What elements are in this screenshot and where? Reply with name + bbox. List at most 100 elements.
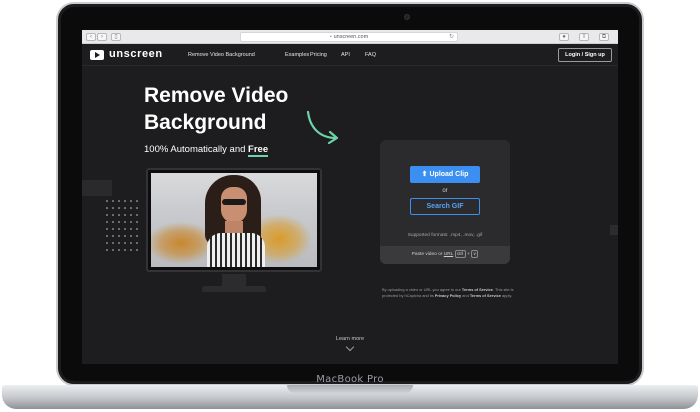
screen: ‹ › ▯ ▪ unscreen.com ↻ ● ⇧ ⧉ unscreen Rem… <box>82 30 618 364</box>
upload-clip-label: Upload Clip <box>429 171 469 178</box>
person-face <box>221 187 247 223</box>
sunglasses-icon <box>222 199 246 205</box>
pattern-dot <box>124 207 126 209</box>
kbd-plus: + <box>466 252 470 257</box>
pattern-dot <box>130 228 132 230</box>
pattern-dot <box>124 235 126 237</box>
pattern-dot <box>118 235 120 237</box>
pattern-dot <box>130 207 132 209</box>
pattern-dot <box>112 207 114 209</box>
pattern-dot <box>106 249 108 251</box>
curved-arrow-icon <box>306 110 339 145</box>
upload-icon: ⬆ <box>421 171 428 178</box>
monitor-foot <box>202 286 266 292</box>
pattern-dot <box>118 242 120 244</box>
pattern-dot <box>130 242 132 244</box>
pattern-dot <box>124 221 126 223</box>
laptop-notch <box>287 385 413 393</box>
supported-formats: Supported formats: .mp4, .mov, .gif <box>407 233 483 238</box>
pattern-dot <box>124 242 126 244</box>
kbd-ctrl: ctrl <box>454 250 466 258</box>
pattern-dot <box>124 214 126 216</box>
lock-icon: ▪ <box>329 34 332 40</box>
laptop-label: MacBook Pro <box>316 374 384 385</box>
pattern-dot <box>136 242 138 244</box>
pattern-dot <box>136 207 138 209</box>
pattern-dot <box>106 214 108 216</box>
decorative-shape <box>82 180 112 196</box>
pattern-dot <box>112 214 114 216</box>
pattern-dot <box>118 200 120 202</box>
hero-title-line1: Remove Video <box>144 84 289 107</box>
pattern-dot <box>112 200 114 202</box>
pattern-dot <box>106 228 108 230</box>
terms-text-1: By uploading a video or URL you agree to… <box>382 287 462 292</box>
pattern-dot <box>118 249 120 251</box>
hero-subtitle-text: 100% Automatically and <box>144 144 249 155</box>
pattern-dot <box>130 214 132 216</box>
pattern-dot <box>112 228 114 230</box>
terms-text-3: protected by hCaptcha and its <box>382 293 435 298</box>
pattern-dot <box>136 200 138 202</box>
terms-of-service-link[interactable]: Terms of Service <box>462 287 493 292</box>
pattern-dot <box>106 221 108 223</box>
privacy-policy-link[interactable]: Privacy Policy <box>435 293 461 298</box>
nav-faq[interactable]: FAQ <box>365 52 376 58</box>
kbd-v: v <box>471 250 479 258</box>
pattern-dot <box>136 235 138 237</box>
pattern-dot <box>124 200 126 202</box>
pattern-dot <box>136 221 138 223</box>
demo-monitor <box>146 168 322 272</box>
paste-hint-text: Paste video or <box>411 252 444 257</box>
site-logo[interactable]: unscreen <box>109 48 163 60</box>
pattern-dot <box>118 228 120 230</box>
upload-card: ⬆ Upload Clip or Search GIF Supported for… <box>380 140 510 264</box>
pattern-dot <box>124 249 126 251</box>
new-tab-icon[interactable]: ⧉ <box>599 33 609 41</box>
pattern-dot <box>130 235 132 237</box>
pattern-dot <box>118 207 120 209</box>
pattern-dot <box>130 249 132 251</box>
pattern-dot <box>124 228 126 230</box>
terms-text-2: . This site is <box>492 287 514 292</box>
dot-pattern <box>106 200 142 260</box>
decorative-shape-right <box>610 225 618 235</box>
reload-icon[interactable]: ↻ <box>449 33 454 41</box>
nav-api[interactable]: API <box>341 52 350 58</box>
back-icon[interactable]: ‹ <box>86 33 96 41</box>
share-icon[interactable]: ● <box>559 33 569 41</box>
tabs-icon[interactable]: ⇧ <box>579 33 589 41</box>
login-signup-button[interactable]: Login / Sign up <box>558 48 612 62</box>
demo-video-preview <box>151 173 317 267</box>
pattern-dot <box>106 200 108 202</box>
pattern-dot <box>112 221 114 223</box>
address-text: unscreen.com <box>333 34 369 40</box>
pattern-dot <box>112 235 114 237</box>
person-top <box>207 233 265 267</box>
pattern-dot <box>112 242 114 244</box>
forward-icon[interactable]: › <box>97 33 107 41</box>
chevron-down-icon[interactable] <box>345 342 355 352</box>
pattern-dot <box>106 235 108 237</box>
terms-text-4: and <box>461 293 470 298</box>
nav-examples[interactable]: Examples <box>285 52 309 58</box>
terms-text-5: apply. <box>500 293 513 298</box>
site-navbar: unscreen Remove Video Background Example… <box>82 44 618 66</box>
nav-pricing[interactable]: Pricing <box>310 52 327 58</box>
address-bar[interactable]: ▪ unscreen.com ↻ <box>240 32 458 42</box>
paste-url-link[interactable]: URL <box>444 252 453 257</box>
hcaptcha-terms-link[interactable]: Terms of Service <box>470 293 501 298</box>
search-gif-button[interactable]: Search GIF <box>410 198 480 215</box>
pattern-dot <box>136 214 138 216</box>
pattern-dot <box>106 207 108 209</box>
nav-remove-background[interactable]: Remove Video Background <box>188 52 255 58</box>
sidebar-icon[interactable]: ▯ <box>111 33 121 41</box>
play-logo-icon[interactable] <box>90 50 104 60</box>
camera-icon <box>404 14 410 20</box>
paste-hint: Paste video or URL ctrl + v <box>380 246 510 264</box>
learn-more-link[interactable]: Learn more <box>330 336 370 342</box>
pattern-dot <box>112 249 114 251</box>
upload-clip-button[interactable]: ⬆ Upload Clip <box>410 166 480 183</box>
pattern-dot <box>130 200 132 202</box>
terms-notice: By uploading a video or URL you agree to… <box>382 287 522 299</box>
